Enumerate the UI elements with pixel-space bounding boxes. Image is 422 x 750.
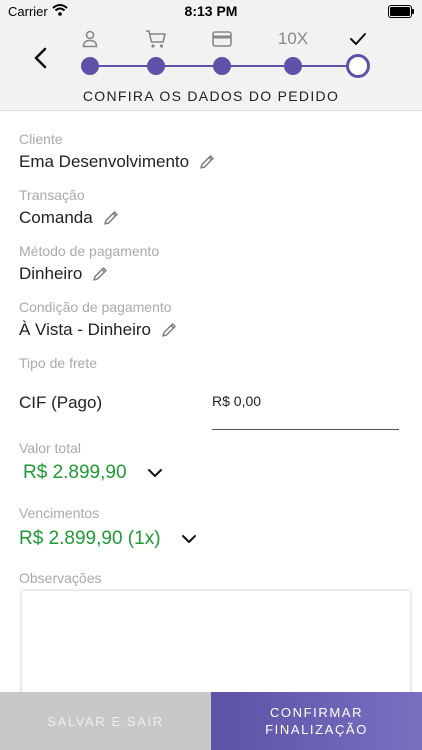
vencimentos-label: Vencimentos	[19, 505, 100, 521]
condicao-pagamento-value: À Vista - Dinheiro	[19, 320, 151, 339]
cart-icon	[146, 30, 166, 48]
chevron-left-icon	[34, 47, 47, 69]
chevron-down-icon[interactable]	[181, 534, 197, 544]
checkmark-icon	[350, 33, 366, 45]
save-and-exit-button[interactable]: SALVAR E SAIR	[0, 692, 211, 750]
vencimentos-value: R$ 2.899,90 (1x)	[19, 528, 161, 549]
pencil-icon[interactable]	[199, 154, 215, 170]
step-dot	[213, 57, 231, 75]
pencil-icon[interactable]	[161, 322, 177, 338]
header: 10X CONFIRA OS DADOS DO PEDIDO	[0, 24, 422, 111]
condicao-pagamento-field: À Vista - Dinheiro	[19, 320, 177, 340]
page-title: CONFIRA OS DADOS DO PEDIDO	[82, 88, 340, 104]
step-confirm[interactable]	[336, 24, 380, 88]
condicao-pagamento-label: Condição de pagamento	[19, 299, 172, 315]
step-cart[interactable]	[134, 24, 178, 88]
vencimentos-field[interactable]: R$ 2.899,90 (1x)	[19, 528, 197, 550]
cliente-field: Ema Desenvolvimento	[19, 152, 215, 172]
tipo-frete-value[interactable]: CIF (Pago)	[19, 393, 102, 413]
confirm-finalization-button[interactable]: CONFIRMAR FINALIZAÇÃO	[211, 692, 422, 750]
transacao-label: Transação	[19, 187, 85, 203]
status-bar: Carrier 8:13 PM	[0, 0, 422, 24]
tipo-frete-label: Tipo de frete	[19, 355, 98, 371]
battery-icon	[388, 5, 414, 18]
step-installments[interactable]: 10X	[271, 24, 315, 88]
confirm-label-line1: CONFIRMAR	[269, 705, 364, 720]
status-time: 8:13 PM	[184, 3, 238, 19]
step-dot	[147, 57, 165, 75]
cliente-value: Ema Desenvolvimento	[19, 152, 190, 171]
save-and-exit-label: SALVAR E SAIR	[47, 713, 164, 729]
step-installments-label: 10X	[277, 29, 309, 48]
step-dot	[284, 57, 302, 75]
chevron-down-icon[interactable]	[147, 468, 163, 478]
metodo-pagamento-field: Dinheiro	[19, 264, 108, 284]
transacao-value: Comanda	[19, 208, 93, 227]
step-dot	[81, 57, 99, 75]
metodo-pagamento-label: Método de pagamento	[19, 243, 160, 259]
valor-total-label: Valor total	[19, 440, 81, 456]
observacoes-textarea[interactable]	[22, 591, 410, 701]
step-dot-current	[346, 54, 370, 78]
pencil-icon[interactable]	[92, 266, 108, 282]
person-icon	[82, 30, 98, 48]
back-button[interactable]	[26, 44, 54, 72]
metodo-pagamento-value: Dinheiro	[19, 264, 83, 283]
freight-amount-input[interactable]: R$ 0,00	[212, 393, 399, 430]
credit-card-icon	[212, 31, 232, 47]
pencil-icon[interactable]	[103, 210, 119, 226]
valor-total-field[interactable]: R$ 2.899,90	[23, 462, 163, 484]
confirm-label-line2: FINALIZAÇÃO	[265, 722, 368, 737]
observacoes-label: Observações	[19, 570, 102, 586]
step-payment[interactable]	[200, 24, 244, 88]
valor-total-value: R$ 2.899,90	[23, 462, 127, 483]
transacao-field: Comanda	[19, 208, 119, 228]
cliente-label: Cliente	[19, 131, 63, 147]
step-client[interactable]	[68, 24, 112, 88]
